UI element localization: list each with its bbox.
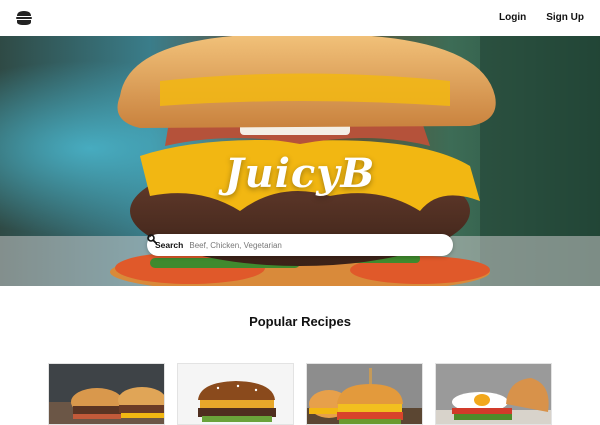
- search-bar: Search: [147, 234, 453, 256]
- burger-photo-3: [307, 364, 422, 424]
- login-link[interactable]: Login: [499, 12, 526, 23]
- search-icon[interactable]: [147, 234, 157, 244]
- recipe-card[interactable]: [306, 363, 423, 425]
- top-navbar: Login Sign Up: [0, 0, 600, 36]
- search-input[interactable]: [189, 236, 443, 254]
- burger-icon[interactable]: [16, 11, 32, 25]
- brand-title: JuicyB: [224, 150, 376, 197]
- recipe-card[interactable]: [177, 363, 294, 425]
- search-label: Search: [155, 240, 184, 250]
- recipe-cards: [48, 363, 552, 425]
- section-title: Popular Recipes: [249, 314, 351, 329]
- signup-link[interactable]: Sign Up: [546, 12, 584, 23]
- auth-nav: Login Sign Up: [499, 12, 584, 23]
- recipe-card[interactable]: [435, 363, 552, 425]
- burger-photo-2: [178, 364, 293, 424]
- hero-banner: JuicyB Search: [0, 36, 600, 286]
- recipe-card[interactable]: [48, 363, 165, 425]
- burger-photo-1: [49, 364, 164, 424]
- burger-photo-4: [436, 364, 551, 424]
